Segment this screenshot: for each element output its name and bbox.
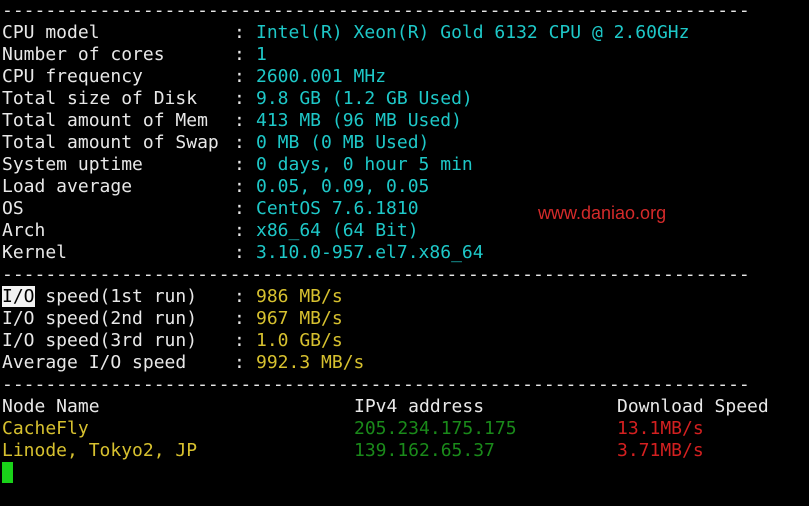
separator-line: ----------------------------------------… [2, 0, 750, 21]
io-row-average: Average I/O speed:992.3 MB/s [2, 352, 807, 374]
colon: : [234, 352, 245, 373]
info-row-cpu-model: CPU model: Intel(R) Xeon(R) Gold 6132 CPU… [2, 22, 807, 44]
terminal-cursor [2, 462, 13, 483]
info-value: 3.10.0-957.el7.x86_64 [256, 242, 484, 263]
node-name-header: Node Name [2, 396, 100, 417]
io-label: I/O speed(2nd run) [2, 308, 198, 329]
info-label: Load average [2, 176, 133, 197]
info-value: CentOS 7.6.1810 [256, 198, 419, 219]
info-row-kernel: Kernel:3.10.0-957.el7.x86_64 [2, 242, 807, 264]
info-label: Arch [2, 220, 46, 241]
io-row-2nd: I/O speed(2nd run):967 MB/s [2, 308, 807, 330]
io-row-1st: I/O speed(1st run):986 MB/s [2, 286, 807, 308]
info-value: x86_64 (64 Bit) [256, 220, 419, 241]
info-label: Number of cores [2, 44, 165, 65]
colon: : [234, 132, 245, 153]
node-name: Linode, Tokyo2, JP [2, 440, 198, 461]
network-row: Linode, Tokyo2, JP 139.162.65.37 3.71MB/s [2, 440, 807, 462]
io-row-3rd: I/O speed(3rd run):1.0 GB/s [2, 330, 807, 352]
colon: : [234, 176, 245, 197]
info-label: CPU frequency [2, 66, 143, 87]
info-row-cpu-frequency: CPU frequency:2600.001 MHz [2, 66, 807, 88]
info-label: Total size of Disk [2, 88, 198, 109]
info-row-cores: Number of cores:1 [2, 44, 807, 66]
io-value: 992.3 MB/s [256, 352, 365, 373]
info-value: 0 MB (0 MB Used) [256, 132, 430, 153]
colon: : [234, 154, 245, 175]
colon: : [234, 242, 245, 263]
io-label: I/O speed(1st run) [2, 286, 234, 308]
colon: : [234, 286, 245, 307]
io-label: I/O speed(3rd run) [2, 330, 198, 351]
node-name: CacheFly [2, 418, 89, 439]
info-row-uptime: System uptime:0 days, 0 hour 5 min [2, 154, 807, 176]
ipv4-address: 205.234.175.175 [354, 418, 517, 439]
info-value: 0.05, 0.09, 0.05 [256, 176, 430, 197]
info-label: CPU model [2, 22, 100, 43]
network-row: CacheFly 205.234.175.175 13.1MB/s [2, 418, 807, 440]
info-row-load: Load average:0.05, 0.09, 0.05 [2, 176, 807, 198]
colon: : [234, 44, 245, 65]
terminal-output[interactable]: ----------------------------------------… [2, 0, 807, 484]
ipv4-address: 139.162.65.37 [354, 440, 495, 461]
separator-line: ----------------------------------------… [2, 374, 750, 395]
info-label: Kernel [2, 242, 68, 263]
io-label: Average I/O speed [2, 352, 187, 373]
info-row-mem: Total amount of Mem:413 MB (96 MB Used) [2, 110, 807, 132]
colon: : [234, 220, 245, 241]
info-label: System uptime [2, 154, 143, 175]
info-value: 0 days, 0 hour 5 min [256, 154, 473, 175]
selection-highlight[interactable]: I/O [2, 286, 35, 307]
info-value: Intel(R) Xeon(R) Gold 6132 CPU @ 2.60GHz [256, 22, 690, 43]
colon: : [234, 110, 245, 131]
info-label: OS [2, 198, 24, 219]
io-value: 986 MB/s [256, 286, 343, 307]
watermark-text: www.daniao.org [538, 203, 667, 223]
info-row-os: OS: CentOS 7.6.1810 [2, 198, 807, 220]
io-value: 967 MB/s [256, 308, 343, 329]
colon: : [234, 330, 245, 351]
separator-line: ----------------------------------------… [2, 264, 750, 285]
colon: : [234, 308, 245, 329]
info-label: Total amount of Mem [2, 110, 208, 131]
prompt-line[interactable] [2, 462, 807, 484]
colon: : [234, 22, 245, 43]
info-row-arch: Arch: x86_64 (64 Bit) [2, 220, 807, 242]
colon: : [234, 198, 245, 219]
info-row-swap: Total amount of Swap:0 MB (0 MB Used) [2, 132, 807, 154]
info-row-disk: Total size of Disk:9.8 GB (1.2 GB Used) [2, 88, 807, 110]
download-speed: 3.71MB/s [617, 440, 704, 461]
info-label: Total amount of Swap [2, 132, 219, 153]
colon: : [234, 88, 245, 109]
io-value: 1.0 GB/s [256, 330, 343, 351]
colon: : [234, 66, 245, 87]
network-header-row: Node Name IPv4 address Download Speed [2, 396, 807, 418]
info-value: 413 MB (96 MB Used) [256, 110, 462, 131]
info-value: 9.8 GB (1.2 GB Used) [256, 88, 473, 109]
info-value: 2600.001 MHz [256, 66, 387, 87]
download-speed-header: Download Speed [617, 396, 769, 417]
info-value: 1 [256, 44, 267, 65]
io-label-rest: speed(1st run) [34, 286, 198, 307]
download-speed: 13.1MB/s [617, 418, 704, 439]
ipv4-header: IPv4 address [354, 396, 485, 417]
